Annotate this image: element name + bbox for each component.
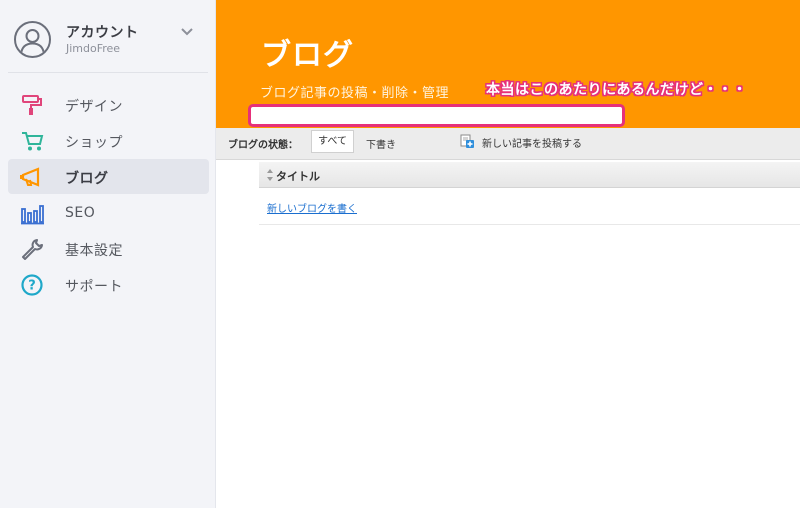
sidebar-item-support[interactable]: ? サポート xyxy=(8,267,209,302)
user-icon xyxy=(20,29,45,55)
sidebar-item-design[interactable]: デザイン xyxy=(8,87,209,122)
svg-text:?: ? xyxy=(28,279,36,294)
sidebar-item-label: ショップ xyxy=(65,135,123,151)
new-blog-link[interactable]: 新しいブログを書く xyxy=(267,200,357,215)
filter-draft-button[interactable]: 下書き xyxy=(366,136,396,151)
sort-icon[interactable] xyxy=(266,168,274,182)
sidebar-divider xyxy=(8,72,208,73)
annotation-text: 本当はこのあたりにあるんだけど・・・ xyxy=(486,82,747,98)
sidebar-item-label: ブログ xyxy=(65,171,109,187)
table-row: 新しいブログを書く xyxy=(259,189,800,225)
sidebar-item-label: 基本設定 xyxy=(65,243,123,259)
wrench-icon xyxy=(22,239,43,260)
help-circle-icon: ? xyxy=(21,274,43,296)
sidebar-item-label: デザイン xyxy=(65,99,123,115)
filter-all-button[interactable]: すべて xyxy=(311,130,354,153)
megaphone-icon xyxy=(20,167,40,187)
page-title: ブログ xyxy=(261,38,354,73)
column-header-title[interactable]: タイトル xyxy=(276,168,320,184)
paint-roller-icon xyxy=(22,95,42,115)
account-name: アカウント xyxy=(66,25,139,41)
sidebar-item-seo[interactable]: SEO xyxy=(8,196,209,231)
account-switcher[interactable]: アカウント JimdoFree xyxy=(0,0,216,72)
status-filter-label: ブログの状態： xyxy=(228,140,298,151)
sidebar-item-shop[interactable]: ショップ xyxy=(8,123,209,158)
new-post-label: 新しい記事を投稿する xyxy=(482,139,582,150)
cart-icon xyxy=(22,132,44,151)
bar-chart-icon xyxy=(21,205,44,225)
sidebar-item-blog[interactable]: ブログ xyxy=(8,159,209,194)
table-header: タイトル xyxy=(259,162,800,188)
sidebar-item-label: SEO xyxy=(65,205,96,221)
page-subtitle: ブログ記事の投稿・削除・管理 xyxy=(260,86,450,101)
highlight-box xyxy=(248,104,625,127)
sidebar: アカウント JimdoFree デザイン ショップ ブログ SEO 基本設定 ?… xyxy=(0,0,216,508)
chevron-down-icon[interactable] xyxy=(179,26,195,38)
blog-toolbar: ブログの状態： すべて 下書き 新しい記事を投稿する xyxy=(216,128,800,160)
sidebar-item-settings[interactable]: 基本設定 xyxy=(8,231,209,266)
new-document-icon xyxy=(460,134,474,148)
avatar xyxy=(14,21,51,58)
sidebar-item-label: サポート xyxy=(65,279,123,295)
account-plan: JimdoFree xyxy=(66,42,121,55)
